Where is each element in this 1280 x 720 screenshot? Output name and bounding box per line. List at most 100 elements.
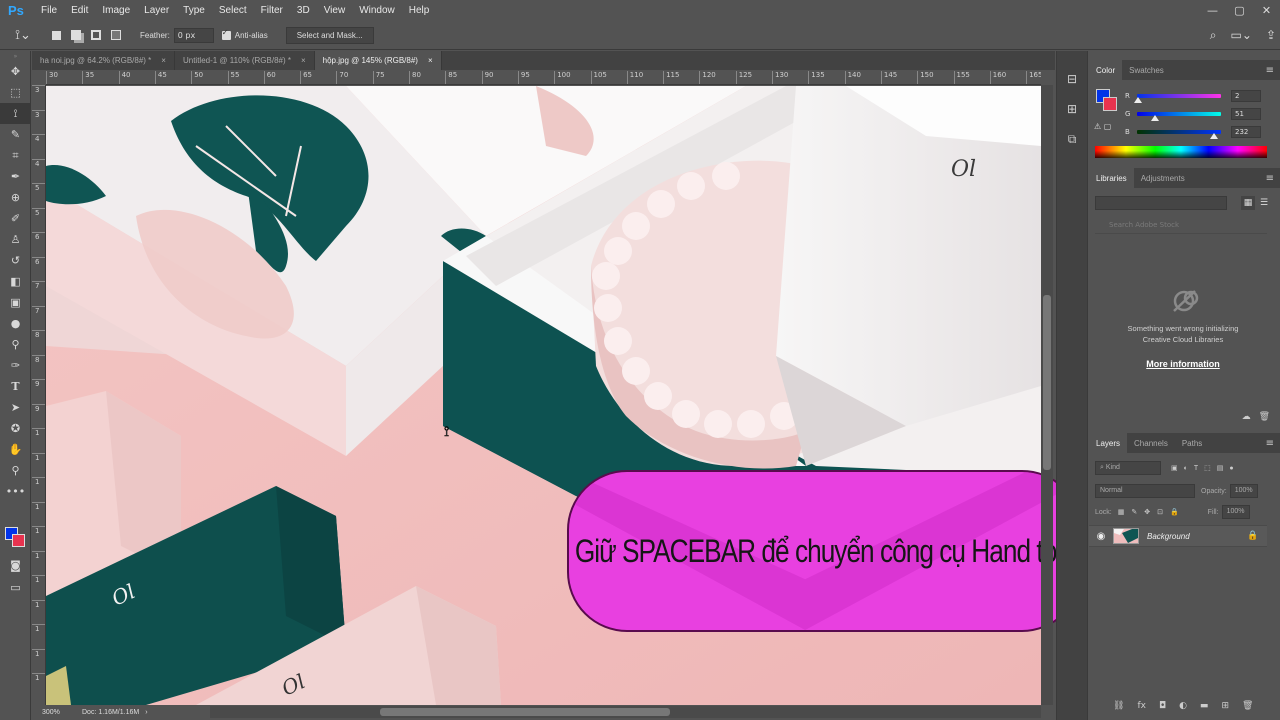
fx-icon[interactable]: fx xyxy=(1137,701,1146,711)
vertical-scrollbar[interactable] xyxy=(1041,85,1053,705)
panel-menu-icon[interactable]: ≡ xyxy=(1266,173,1274,184)
library-select[interactable] xyxy=(1095,196,1227,210)
maximize-button[interactable]: ▢ xyxy=(1226,0,1253,21)
list-view-icon[interactable]: ☰ xyxy=(1257,196,1271,210)
grid-view-icon[interactable]: ▦ xyxy=(1241,196,1255,210)
menu-filter[interactable]: Filter xyxy=(254,5,290,16)
red-slider[interactable]: R 2 xyxy=(1125,89,1275,103)
background-color-chip[interactable] xyxy=(1103,97,1117,111)
slider-knob[interactable] xyxy=(1151,115,1159,121)
quick-select-tool-icon[interactable]: ✎ xyxy=(0,124,31,145)
adjustment-layer-icon[interactable]: ◐ xyxy=(1179,701,1187,711)
trash-icon[interactable]: 🗑 xyxy=(1259,412,1270,422)
spot-heal-tool-icon[interactable]: ⊕ xyxy=(0,187,31,208)
menu-help[interactable]: Help xyxy=(402,5,437,16)
status-arrow-icon[interactable]: › xyxy=(145,709,147,716)
zoom-level[interactable]: 300% xyxy=(32,709,82,716)
red-value-input[interactable]: 2 xyxy=(1231,90,1261,102)
share-icon[interactable]: ⇪ xyxy=(1266,28,1276,42)
tab-ha-noi[interactable]: ha noi.jpg @ 64.2% (RGB/8#) * × xyxy=(32,51,175,70)
menu-window[interactable]: Window xyxy=(352,5,402,16)
crop-tool-icon[interactable]: ⌗ xyxy=(0,145,31,166)
kind-filter-select[interactable]: ⌕ Kind xyxy=(1095,461,1161,475)
menu-layer[interactable]: Layer xyxy=(137,5,176,16)
blend-mode-select[interactable]: Normal xyxy=(1095,484,1195,498)
blur-tool-icon[interactable]: ● xyxy=(0,313,31,334)
gamut-warning-icon[interactable]: ⚠ ▢ xyxy=(1094,122,1111,131)
add-selection-icon[interactable] xyxy=(69,28,83,42)
new-selection-icon[interactable] xyxy=(49,28,63,42)
brush-tool-icon[interactable]: ✐ xyxy=(0,208,31,229)
horizontal-ruler[interactable]: 30 35 40 45 50 55 60 65 70 75 80 85 90 95 100 105 110 115… xyxy=(46,71,1041,85)
pen-tool-icon[interactable]: ✑ xyxy=(0,355,31,376)
polygonal-lasso-preset-icon[interactable]: ⟟⌄ xyxy=(0,28,46,43)
color-spectrum[interactable] xyxy=(1095,146,1267,158)
shape-tool-icon[interactable]: ✪ xyxy=(0,418,31,439)
lasso-tool-icon[interactable]: ⟟ xyxy=(0,103,31,124)
select-and-mask-button[interactable]: Select and Mask... xyxy=(285,26,374,44)
path-select-tool-icon[interactable]: ➤ xyxy=(0,397,31,418)
eyedropper-tool-icon[interactable]: ✒ xyxy=(0,166,31,187)
opacity-input[interactable]: 100% xyxy=(1229,484,1258,498)
minimize-button[interactable]: — xyxy=(1199,0,1226,21)
history-brush-tool-icon[interactable]: ↺ xyxy=(0,250,31,271)
green-value-input[interactable]: 51 xyxy=(1231,108,1261,120)
hand-tool-icon[interactable]: ✋ xyxy=(0,439,31,460)
slider-knob[interactable] xyxy=(1210,133,1218,139)
stock-search-input[interactable]: Search Adobe Stock xyxy=(1095,218,1267,234)
lock-icon[interactable]: 🔒 xyxy=(1247,531,1258,541)
horizontal-scrollbar[interactable] xyxy=(210,706,1041,718)
tab-color[interactable]: Color xyxy=(1089,60,1123,80)
menu-edit[interactable]: Edit xyxy=(64,5,95,16)
tab-libraries[interactable]: Libraries xyxy=(1089,168,1134,188)
type-tool-icon[interactable]: T xyxy=(0,376,31,397)
panel-collapse-icon[interactable]: » xyxy=(0,51,31,61)
panel-menu-icon[interactable]: ≡ xyxy=(1266,438,1274,449)
more-information-link[interactable]: More information xyxy=(1089,359,1277,369)
workspace-icon[interactable]: ▭⌄ xyxy=(1231,28,1252,42)
more-tools-icon[interactable]: ••• xyxy=(0,481,31,502)
link-layers-icon[interactable]: ⛓ xyxy=(1113,701,1124,711)
zoom-tool-icon[interactable]: ⚲ xyxy=(0,460,31,481)
intersect-selection-icon[interactable] xyxy=(109,28,123,42)
menu-3d[interactable]: 3D xyxy=(290,5,317,16)
menu-view[interactable]: View xyxy=(317,5,353,16)
menu-type[interactable]: Type xyxy=(176,5,212,16)
gradient-tool-icon[interactable]: ▣ xyxy=(0,292,31,313)
tab-untitled-1[interactable]: Untitled-1 @ 110% (RGB/8#) * × xyxy=(175,51,315,70)
close-button[interactable]: ✕ xyxy=(1253,0,1280,21)
quick-mask-icon[interactable]: ◙ xyxy=(0,555,31,576)
close-icon[interactable]: × xyxy=(428,56,433,65)
lock-icons[interactable]: ▦✎✥⊡🔒 xyxy=(1118,508,1186,516)
slider-knob[interactable] xyxy=(1134,97,1142,103)
scroll-thumb[interactable] xyxy=(1043,295,1051,470)
eraser-tool-icon[interactable]: ◧ xyxy=(0,271,31,292)
blue-slider[interactable]: B 232 xyxy=(1125,125,1275,139)
properties-icon[interactable]: ⊞ xyxy=(1057,97,1087,121)
close-icon[interactable]: × xyxy=(161,56,166,65)
tab-paths[interactable]: Paths xyxy=(1175,433,1209,453)
tab-layers[interactable]: Layers xyxy=(1089,433,1128,453)
menu-file[interactable]: File xyxy=(34,5,64,16)
search-icon[interactable]: ⌕ xyxy=(1210,28,1217,43)
add-mask-icon[interactable]: ◘ xyxy=(1159,701,1166,711)
layer-row[interactable]: ◉ Background 🔒 xyxy=(1089,525,1267,547)
scroll-thumb[interactable] xyxy=(380,708,670,716)
eye-icon[interactable]: ◉ xyxy=(1089,531,1113,542)
feather-input[interactable]: 0 px xyxy=(173,27,214,43)
green-slider[interactable]: G 51 xyxy=(1125,107,1275,121)
tab-hop[interactable]: hộp.jpg @ 145% (RGB/8#) × xyxy=(314,51,442,70)
delete-layer-icon[interactable]: 🗑 xyxy=(1242,701,1253,711)
new-group-icon[interactable]: ▬ xyxy=(1200,701,1209,711)
tab-channels[interactable]: Channels xyxy=(1127,433,1175,453)
move-tool-icon[interactable]: ✥ xyxy=(0,61,31,82)
clone-stamp-tool-icon[interactable]: ♙ xyxy=(0,229,31,250)
history-icon[interactable]: ⊟ xyxy=(1057,67,1087,91)
new-layer-icon[interactable]: ⊞ xyxy=(1221,701,1229,711)
filter-icons[interactable]: ▣◐T⬚▤● xyxy=(1171,464,1240,472)
sync-icon[interactable]: ☁ xyxy=(1242,412,1251,422)
marquee-tool-icon[interactable]: ⬚ xyxy=(0,82,31,103)
close-icon[interactable]: × xyxy=(301,56,306,65)
antialias-checkbox[interactable] xyxy=(221,28,231,40)
fill-input[interactable]: 100% xyxy=(1221,505,1250,519)
